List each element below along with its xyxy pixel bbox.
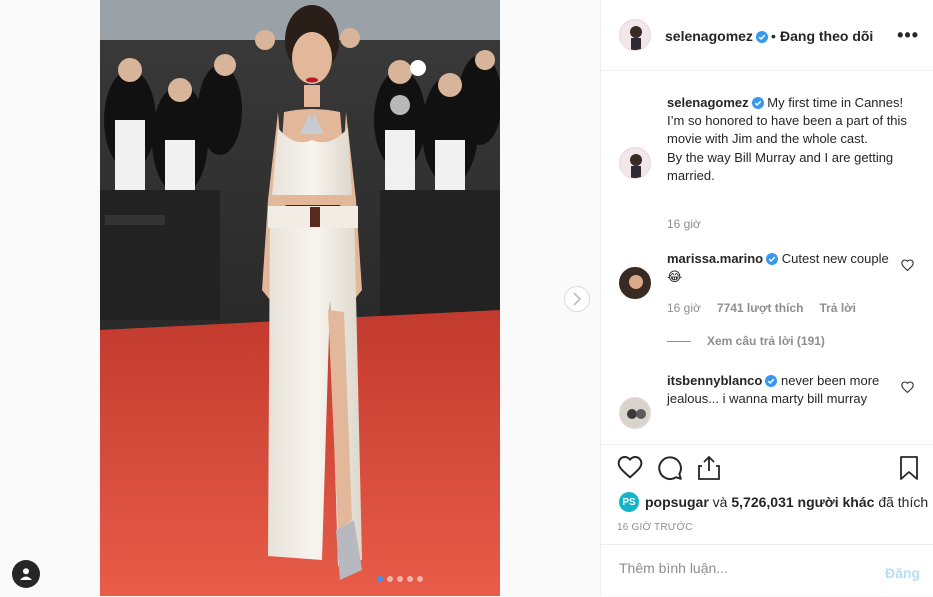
avatar-image [629,275,643,289]
caption-username[interactable]: selenagomez [667,95,749,110]
carousel-dot[interactable] [417,576,423,582]
post-details-panel: selenagomez • Đang theo dõi ••• selenago… [600,0,933,596]
follow-separator: • [771,28,776,44]
comments-list[interactable]: selenagomez My first time in Cannes! I’m… [601,71,933,443]
following-button[interactable]: Đang theo dõi [780,28,873,44]
carousel-dots [377,576,423,582]
caption-text: selenagomez My first time in Cannes! I’m… [667,94,907,185]
post-comment-button[interactable]: Đăng [885,565,920,581]
chevron-right-icon [573,292,582,306]
comment-text: itsbennyblanco never been more jealous..… [667,372,907,408]
like-comment-heart-icon[interactable] [901,381,914,393]
likes-suffix: đã thích [878,494,929,510]
avatar-image [627,409,646,419]
like-heart-icon[interactable] [617,455,643,479]
carousel-dot[interactable] [397,576,403,582]
author-username-text[interactable]: selenagomez [665,28,753,44]
comment-bubble-icon[interactable] [657,455,683,481]
comment-username[interactable]: marissa.marino [667,251,763,266]
comment-likes-count[interactable]: 7741 lượt thích [717,301,804,315]
avatar-image [630,154,642,178]
save-bookmark-icon[interactable] [899,455,919,481]
commenter-avatar[interactable] [619,267,651,299]
red-carpet-photo [100,0,500,596]
replies-divider [667,341,691,342]
author-username[interactable]: selenagomez [665,28,768,44]
post-actions: PS popsugar và 5,726,031 người khác đã t… [601,444,933,545]
caption-time[interactable]: 16 giờ [667,217,701,231]
verified-icon [751,97,764,109]
comment-username[interactable]: itsbennyblanco [667,373,762,388]
post-header: selenagomez • Đang theo dõi ••• [601,0,933,71]
comment-meta: 16 giờ 7741 lượt thích Trả lời [667,301,856,315]
likes-connector: và [712,494,728,510]
caption-body-2: By the way Bill Murray and I are getting… [667,149,894,183]
account-button[interactable] [12,560,40,588]
verified-icon [766,253,779,265]
commenter-avatar[interactable] [619,397,651,429]
carousel-dot[interactable] [387,576,393,582]
author-avatar[interactable] [619,19,651,51]
next-photo-button[interactable] [564,286,590,312]
post-timestamp[interactable]: 16 GIỜ TRƯỚC [617,522,693,533]
caption-avatar[interactable] [619,147,651,179]
share-icon[interactable] [697,455,721,481]
verified-icon [765,375,778,387]
user-icon [20,568,32,580]
view-replies-button[interactable]: Xem câu trả lời (191) [707,334,825,348]
add-comment-bar: Đăng [601,544,933,597]
verified-icon [755,31,768,43]
carousel-dot[interactable] [407,576,413,582]
more-options-button[interactable]: ••• [897,25,919,46]
like-comment-heart-icon[interactable] [901,259,914,271]
carousel-dot[interactable] [377,576,383,582]
liker-avatar[interactable]: PS [619,492,639,512]
reply-button[interactable]: Trả lời [819,301,856,315]
post-photo[interactable] [100,0,500,596]
comment-input[interactable] [617,559,861,577]
likes-summary: PS popsugar và 5,726,031 người khác đã t… [619,492,928,512]
likes-others-link[interactable]: 5,726,031 người khác [731,494,874,510]
comment-time[interactable]: 16 giờ [667,301,701,315]
avatar-image [630,26,642,50]
comment-text: marissa.marino Cutest new couple 😂 [667,250,907,286]
liker-username[interactable]: popsugar [645,494,709,510]
